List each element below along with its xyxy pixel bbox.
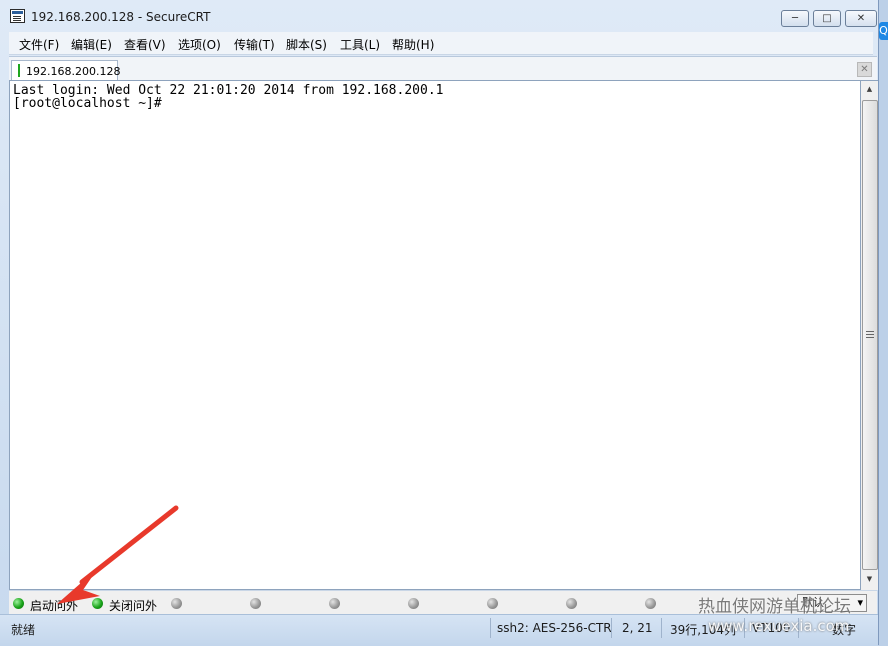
terminal-prompt-line: [root@localhost ~]#	[13, 96, 162, 111]
start-button[interactable]: 启动问外	[30, 597, 78, 614]
vertical-scrollbar[interactable]: ▲ ▼	[861, 80, 878, 590]
dropdown-arrow-icon: ▾	[857, 596, 863, 609]
title-bar[interactable]: 192.168.200.128 - SecureCRT ─ □ ✕	[0, 0, 878, 32]
watermark-url: www.rexuexia.com	[708, 617, 850, 635]
menu-view[interactable]: 查看(V)	[124, 36, 166, 53]
scroll-down-arrow-icon[interactable]: ▼	[861, 571, 878, 588]
empty-button-slot[interactable]	[250, 598, 261, 609]
menu-transfer[interactable]: 传输(T)	[234, 36, 275, 53]
empty-button-slot[interactable]	[171, 598, 182, 609]
menu-options[interactable]: 选项(O)	[178, 36, 221, 53]
status-divider	[661, 618, 662, 638]
empty-button-slot[interactable]	[487, 598, 498, 609]
green-led-icon	[92, 598, 103, 609]
session-tab-label: 192.168.200.128	[26, 65, 121, 78]
menu-tools[interactable]: 工具(L)	[340, 36, 380, 53]
session-tab[interactable]: 192.168.200.128	[11, 60, 121, 81]
terminal-view[interactable]: Last login: Wed Oct 22 21:01:20 2014 fro…	[9, 80, 861, 590]
grip-icon	[866, 331, 874, 338]
empty-button-slot[interactable]	[645, 598, 656, 609]
status-cursor: 2, 21	[622, 621, 653, 635]
watermark-text: 热血侠网游单机论坛	[698, 597, 851, 617]
scroll-up-arrow-icon[interactable]: ▲	[861, 81, 878, 98]
minimize-button[interactable]: ─	[781, 10, 809, 27]
menu-edit[interactable]: 编辑(E)	[71, 36, 112, 53]
securecrt-window: 192.168.200.128 - SecureCRT ─ □ ✕ 文件(F) …	[0, 0, 879, 646]
status-divider	[611, 618, 612, 638]
connected-status-indicator	[18, 64, 20, 77]
green-led-icon	[13, 598, 24, 609]
scrollbar-thumb[interactable]	[862, 100, 878, 570]
status-ready: 就绪	[11, 623, 36, 637]
empty-button-slot[interactable]	[329, 598, 340, 609]
close-tab-button[interactable]: ✕	[857, 62, 872, 77]
empty-button-slot[interactable]	[408, 598, 419, 609]
maximize-button[interactable]: □	[813, 10, 841, 27]
status-cipher: ssh2: AES-256-CTR	[497, 621, 612, 635]
close-window-button[interactable]: ✕	[845, 10, 877, 27]
menu-script[interactable]: 脚本(S)	[286, 36, 327, 53]
menu-file[interactable]: 文件(F)	[19, 36, 59, 53]
menu-bar: 文件(F) 编辑(E) 查看(V) 选项(O) 传输(T) 脚本(S) 工具(L…	[9, 32, 873, 55]
window-title: 192.168.200.128 - SecureCRT	[31, 10, 211, 24]
side-badge[interactable]: Q	[879, 22, 888, 40]
session-tab-bar: 192.168.200.128 ✕	[9, 56, 877, 81]
empty-button-slot[interactable]	[566, 598, 577, 609]
securecrt-app-icon[interactable]	[10, 9, 25, 23]
status-divider	[490, 618, 491, 638]
menu-help[interactable]: 帮助(H)	[392, 36, 434, 53]
stop-button[interactable]: 关闭问外	[109, 597, 157, 614]
